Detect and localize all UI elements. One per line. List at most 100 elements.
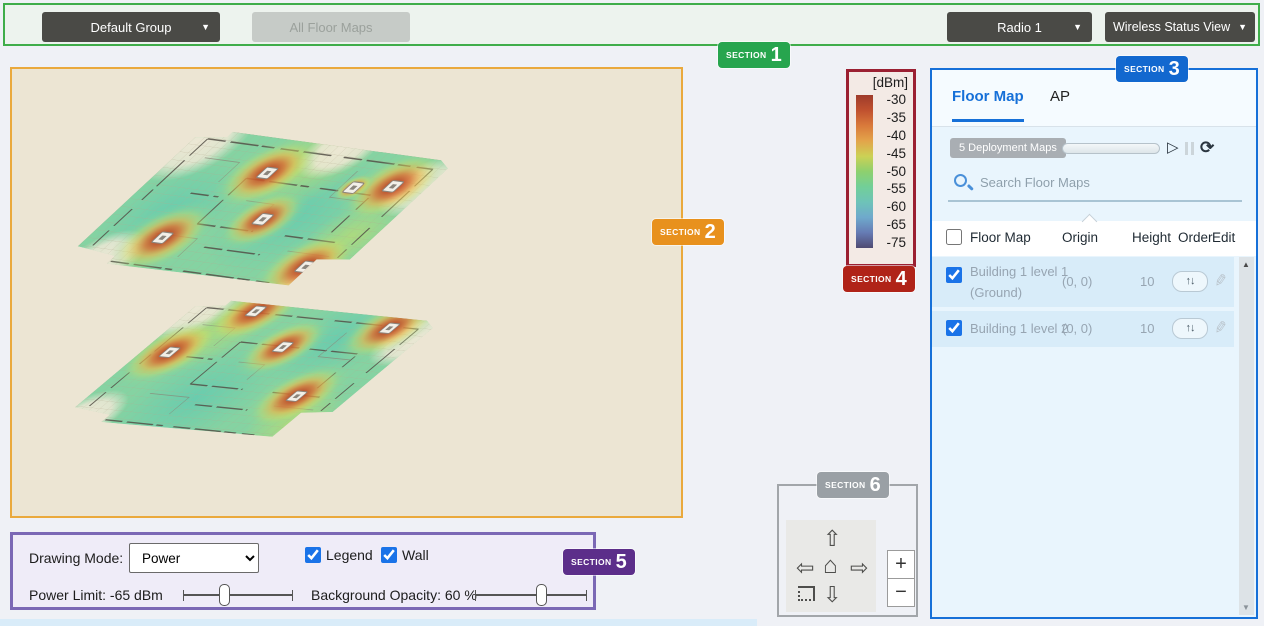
play-icon[interactable]: ▷ — [1167, 138, 1179, 156]
power-limit-slider-wrap — [183, 583, 293, 607]
map-navigation-panel: ⇧ ⇦ ⌂ ⇨ ⇩ + − — [777, 484, 918, 617]
panel-scrollbar[interactable]: ▲ ▼ — [1239, 257, 1254, 615]
select-region-icon[interactable] — [798, 586, 815, 601]
tab-floor-map[interactable]: Floor Map — [952, 88, 1024, 105]
radio-selector-dropdown[interactable]: Radio 1 ▼ — [947, 12, 1092, 42]
table-header: Floor Map Origin Height Order Edit — [932, 221, 1256, 256]
floor-map-panel: Floor Map AP 5 Deployment Maps ▷ ⟳ Searc… — [930, 68, 1258, 619]
legend-checkbox-group[interactable]: Legend — [305, 547, 373, 563]
legend-tick: -50 — [872, 164, 906, 179]
power-limit-slider[interactable] — [183, 583, 293, 607]
legend-tick: -55 — [872, 181, 906, 196]
drawing-mode-label: Drawing Mode: — [29, 550, 123, 566]
legend-checkbox-label: Legend — [326, 547, 373, 563]
legend-tick: -35 — [872, 110, 906, 125]
group-selector-label: Default Group — [91, 20, 172, 35]
bottom-panel-edge — [0, 619, 757, 626]
app-window: Default Group ▼ All Floor Maps Radio 1 ▼… — [0, 0, 1264, 626]
legend-gradient-bar — [856, 95, 873, 248]
edit-pencil-icon[interactable]: ✎ — [1212, 270, 1229, 292]
floor-name: Building 1 level 2 — [970, 321, 1068, 336]
scroll-down-icon[interactable]: ▼ — [1242, 603, 1250, 612]
edit-pencil-icon[interactable]: ✎ — [1212, 317, 1229, 339]
radio-selector-label: Radio 1 — [997, 20, 1042, 35]
top-toolbar: Default Group ▼ All Floor Maps Radio 1 ▼… — [3, 3, 1260, 46]
floor-0 — [12, 269, 494, 468]
panel-tab-bar: Floor Map AP — [932, 70, 1256, 127]
col-floor-map: Floor Map — [970, 230, 1031, 245]
legend-tick: -65 — [872, 217, 906, 232]
view-selector-label: Wireless Status View — [1113, 20, 1230, 34]
chevron-down-icon: ▼ — [1238, 22, 1247, 32]
scroll-up-icon[interactable]: ▲ — [1242, 260, 1250, 269]
background-opacity-slider[interactable] — [475, 583, 587, 607]
section-6-badge: SECTION 6 — [817, 472, 889, 498]
legend-tick: -30 — [872, 92, 906, 107]
all-floor-maps-button[interactable]: All Floor Maps — [252, 12, 410, 42]
refresh-icon[interactable]: ⟳ — [1200, 138, 1214, 158]
background-opacity-label: Background Opacity: 60 % — [311, 587, 477, 603]
height-value: 10 — [1140, 274, 1154, 289]
legend-tick: -75 — [872, 235, 906, 250]
search-icon — [954, 174, 967, 187]
floor-map-canvas[interactable] — [10, 67, 683, 518]
legend-checkbox[interactable] — [305, 547, 321, 563]
col-height: Height — [1132, 230, 1171, 245]
table-row[interactable]: Building 1 level 2 (0, 0) 10 ↑↓ ✎ — [932, 311, 1234, 347]
col-edit: Edit — [1212, 230, 1235, 245]
legend-tick: -60 — [872, 199, 906, 214]
row-checkbox[interactable] — [946, 267, 962, 283]
wall-checkbox-group[interactable]: Wall — [381, 547, 429, 563]
height-value: 10 — [1140, 321, 1154, 336]
section-4-badge: SECTION 4 — [843, 266, 915, 292]
dbm-legend: [dBm] -30 -35 -40 -45 -50 -55 -60 -65 -75 — [846, 69, 916, 267]
drawing-mode-select[interactable]: Power — [129, 543, 259, 573]
pan-left-icon[interactable]: ⇦ — [796, 557, 814, 579]
home-icon[interactable]: ⌂ — [823, 555, 838, 577]
search-floor-maps-input[interactable]: Search Floor Maps — [948, 170, 1242, 202]
origin-value: (0, 0) — [1062, 274, 1092, 289]
deployment-maps-badge: 5 Deployment Maps — [950, 138, 1066, 158]
section-5-badge: SECTION 5 — [563, 549, 635, 575]
wireless-heatmap — [12, 69, 681, 516]
section-3-badge: SECTION 3 — [1116, 56, 1188, 82]
chevron-down-icon: ▼ — [201, 22, 210, 32]
floor-1 — [12, 96, 509, 321]
deployment-progress-bar — [1062, 143, 1160, 154]
zoom-in-button[interactable]: + — [887, 550, 915, 579]
wall-checkbox[interactable] — [381, 547, 397, 563]
legend-tick: -40 — [872, 128, 906, 143]
power-limit-label: Power Limit: -65 dBm — [29, 587, 163, 603]
section-2-badge: SECTION 2 — [652, 219, 724, 245]
order-button[interactable]: ↑↓ — [1172, 318, 1208, 339]
background-opacity-slider-wrap — [475, 583, 587, 607]
col-order: Order — [1178, 230, 1213, 245]
floor-name-suffix: (Ground) — [970, 285, 1022, 300]
select-all-checkbox[interactable] — [946, 229, 962, 245]
order-button[interactable]: ↑↓ — [1172, 271, 1208, 292]
power-limit-value: -65 dBm — [110, 587, 163, 603]
row-checkbox[interactable] — [946, 320, 962, 336]
floor-name: Building 1 level 1 — [970, 264, 1068, 279]
table-row[interactable]: Building 1 level 1 (Ground) (0, 0) 10 ↑↓… — [932, 257, 1234, 307]
background-opacity-value: 60 % — [445, 587, 477, 603]
pan-up-icon[interactable]: ⇧ — [823, 528, 841, 550]
legend-tick: -45 — [872, 146, 906, 161]
zoom-out-button[interactable]: − — [887, 578, 915, 607]
search-placeholder: Search Floor Maps — [980, 175, 1090, 190]
view-selector-dropdown[interactable]: Wireless Status View ▼ — [1105, 12, 1255, 42]
legend-tick-labels: -30 -35 -40 -45 -50 -55 -60 -65 -75 — [872, 92, 906, 250]
pan-pad: ⇧ ⇦ ⌂ ⇨ ⇩ — [786, 520, 876, 612]
legend-title: [dBm] — [873, 75, 908, 90]
chevron-down-icon: ▼ — [1073, 22, 1082, 32]
drawing-controls-panel: Drawing Mode: Power Legend Wall Power Li… — [10, 532, 596, 610]
section-1-badge: SECTION 1 — [718, 42, 790, 68]
tab-ap[interactable]: AP — [1050, 88, 1070, 105]
pan-down-icon[interactable]: ⇩ — [823, 584, 841, 606]
wall-checkbox-label: Wall — [402, 547, 429, 563]
pan-right-icon[interactable]: ⇨ — [850, 557, 868, 579]
pause-icon[interactable] — [1185, 142, 1194, 155]
group-selector-dropdown[interactable]: Default Group ▼ — [42, 12, 220, 42]
origin-value: (0, 0) — [1062, 321, 1092, 336]
col-origin: Origin — [1062, 230, 1098, 245]
